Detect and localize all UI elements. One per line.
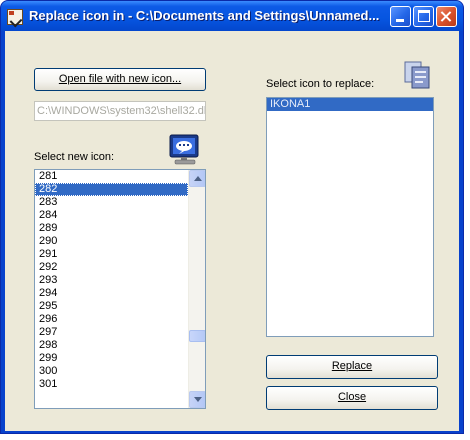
open-file-button[interactable]: Open file with new icon... [34, 68, 206, 91]
replace-icon-listbox[interactable]: IKONA1 [266, 97, 434, 337]
replace-button[interactable]: Replace [266, 355, 438, 379]
icon-list-item[interactable]: 292 [35, 261, 188, 274]
icon-list-item[interactable]: 295 [35, 300, 188, 313]
scroll-thumb[interactable] [189, 330, 205, 342]
copy-icon [404, 61, 430, 89]
icon-list-item[interactable]: 284 [35, 209, 188, 222]
replace-icon-window: Replace icon in - C:\Documents and Setti… [0, 0, 464, 434]
close-icon [437, 7, 456, 26]
new-icon-listbox[interactable]: 281 282 283 284 289 290 291 292 293 294 295 296 297 2… [34, 169, 206, 409]
file-path-field: C:\WINDOWS\system32\shell32.dll [34, 101, 206, 121]
replace-button-label: Replace [331, 360, 373, 372]
icon-list-item[interactable]: 283 [35, 196, 188, 209]
icon-list-item[interactable]: 299 [35, 352, 188, 365]
icon-list-item[interactable]: 290 [35, 235, 188, 248]
chevron-up-icon [194, 176, 202, 181]
replace-icon-item[interactable]: IKONA1 [267, 98, 433, 111]
scroll-up-button[interactable] [189, 170, 205, 187]
icon-list-item[interactable]: 289 [35, 222, 188, 235]
icon-list-item[interactable]: 297 [35, 326, 188, 339]
icon-list-item[interactable]: 300 [35, 365, 188, 378]
icon-list: 281 282 283 284 289 290 291 292 293 294 295 296 297 2… [35, 170, 188, 391]
title-bar[interactable]: Replace icon in - C:\Documents and Setti… [1, 1, 463, 31]
app-icon[interactable] [7, 9, 23, 25]
icon-list-item[interactable]: 294 [35, 287, 188, 300]
open-file-button-label: Open file with new icon... [58, 73, 182, 85]
icon-list-item[interactable]: 298 [35, 339, 188, 352]
icon-list-item[interactable]: 296 [35, 313, 188, 326]
chevron-down-icon [194, 397, 202, 402]
scroll-down-button[interactable] [189, 391, 205, 408]
icon-list-item[interactable]: 301 [35, 378, 188, 391]
icon-list-item[interactable]: 291 [35, 248, 188, 261]
icon-list-item[interactable]: 293 [35, 274, 188, 287]
maximize-button[interactable] [413, 6, 434, 27]
close-button[interactable]: Close [266, 386, 438, 410]
vertical-scrollbar[interactable] [188, 170, 205, 408]
maximize-icon [418, 10, 430, 22]
select-new-icon-label: Select new icon: [34, 151, 115, 163]
select-replace-label: Select icon to replace: [266, 78, 375, 90]
close-window-button[interactable] [436, 6, 457, 27]
icon-list-item[interactable]: 282 [35, 183, 188, 196]
minimize-button[interactable] [390, 6, 411, 27]
minimize-icon [396, 19, 404, 22]
dialog-body: Open file with new icon... C:\WINDOWS\sy… [5, 31, 459, 431]
icon-list-item[interactable]: 281 [35, 170, 188, 183]
window-title: Replace icon in - C:\Documents and Setti… [29, 8, 380, 23]
close-button-label: Close [337, 391, 367, 403]
monitor-icon [169, 134, 199, 165]
